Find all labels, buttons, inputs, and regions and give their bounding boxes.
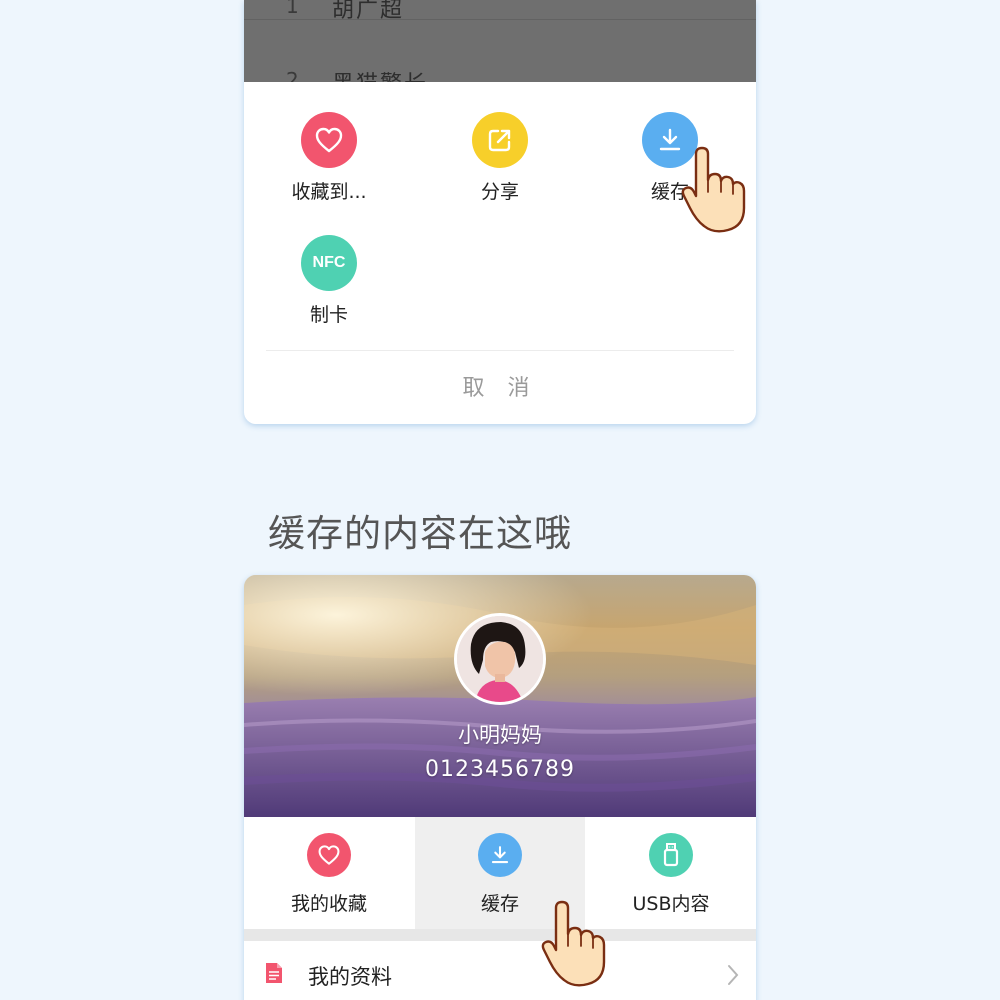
list-item-title: 黑猫警长 <box>332 66 428 82</box>
pointing-hand-icon <box>681 146 746 233</box>
divider <box>266 350 734 351</box>
my-profile-label: 我的资料 <box>308 965 392 989</box>
cancel-button[interactable]: 取 消 <box>244 370 756 402</box>
profile-header-background: 小明妈妈 0123456789 <box>244 575 756 817</box>
usb-content-label: USB内容 <box>632 893 710 915</box>
pointing-hand-icon <box>541 900 606 987</box>
my-favorites-label: 我的收藏 <box>290 893 367 915</box>
chevron-right-icon <box>728 965 739 985</box>
share-button[interactable]: 分享 <box>425 112 575 204</box>
list-item: 2 黑猫警长 ··· <box>244 56 756 82</box>
list-item[interactable]: 我的资料 <box>244 941 756 1000</box>
profile-number: 0123456789 <box>425 757 575 782</box>
favorite-to-label: 收藏到... <box>291 181 367 203</box>
heart-icon <box>307 833 351 877</box>
profile-screen: 小明妈妈 0123456789 我的收藏 缓存 USB内容 我的资料 <box>244 575 756 1000</box>
make-card-label: 制卡 <box>309 304 348 326</box>
section-separator <box>244 929 756 941</box>
share-label: 分享 <box>480 181 519 203</box>
my-favorites-tile[interactable]: 我的收藏 <box>244 817 414 929</box>
document-icon <box>266 963 282 983</box>
usb-icon <box>649 833 693 877</box>
more-icon: ··· <box>714 74 738 82</box>
list-item-number: 1 <box>286 0 299 18</box>
nfc-icon: NFC <box>301 235 357 291</box>
list-item-number: 2 <box>286 68 299 82</box>
make-card-button[interactable]: NFC 制卡 <box>254 235 404 327</box>
list-item-title: 胡广超 <box>332 0 405 23</box>
share-icon <box>472 112 528 168</box>
section-heading: 缓存的内容在这哦 <box>268 512 572 555</box>
profile-name: 小明妈妈 <box>458 723 542 747</box>
favorite-to-button[interactable]: 收藏到... <box>254 112 404 204</box>
nfc-icon-text: NFC <box>312 254 346 271</box>
download-icon <box>478 833 522 877</box>
usb-content-tile[interactable]: USB内容 <box>586 817 756 929</box>
dimmed-list: 1 胡广超 2 黑猫警长 ··· <box>244 0 756 82</box>
avatar[interactable] <box>454 613 546 705</box>
heart-icon <box>301 112 357 168</box>
list-item: 1 胡广超 <box>244 0 756 23</box>
